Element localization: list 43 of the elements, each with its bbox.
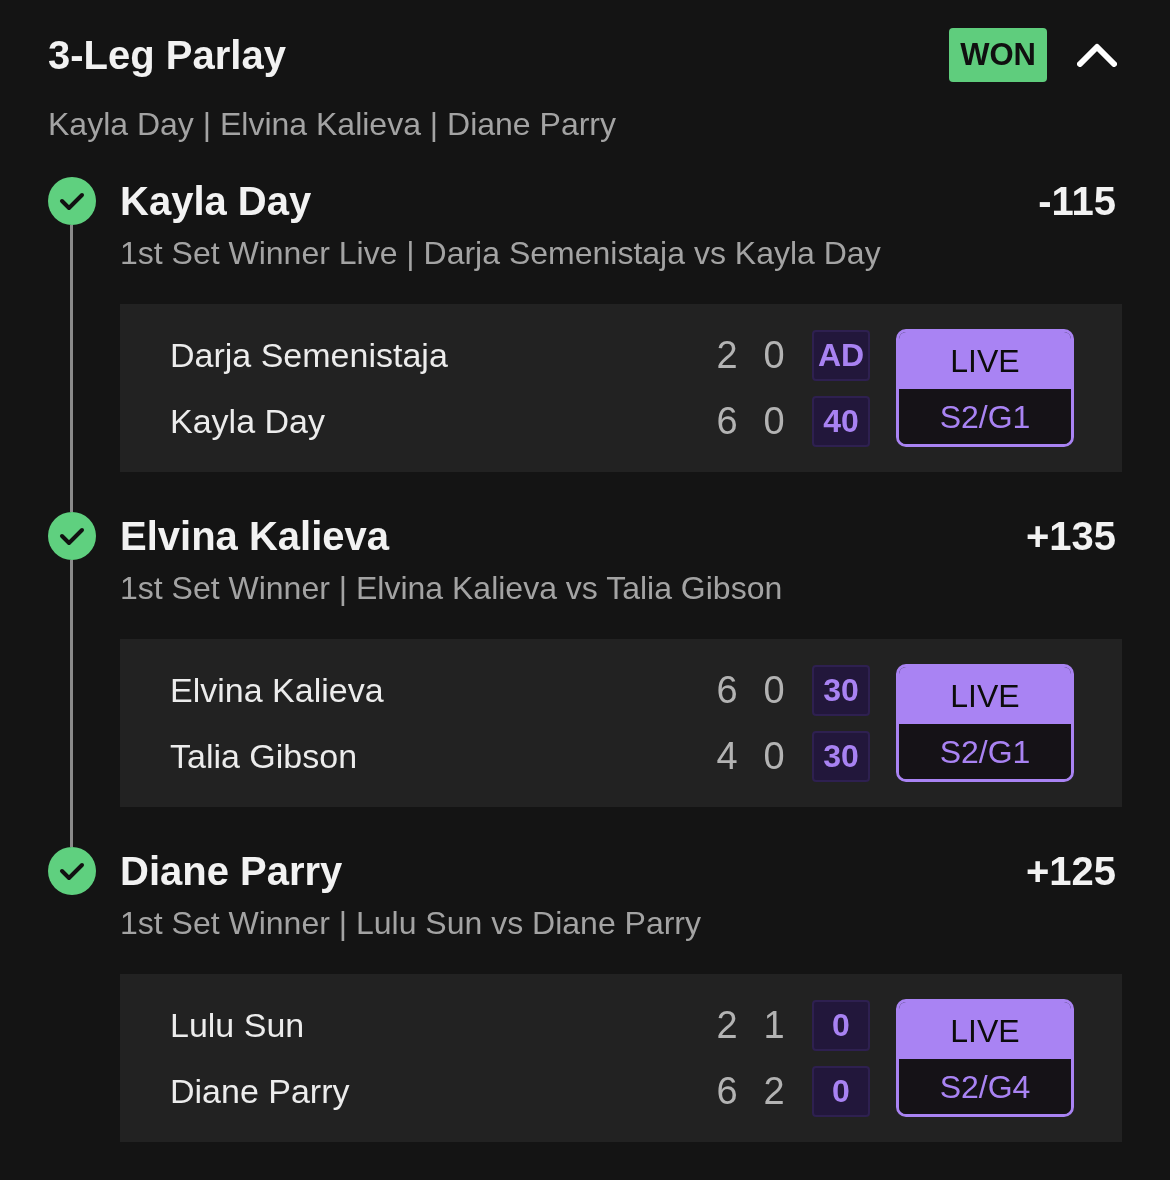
parlay-legs-summary: Kayla Day | Elvina Kalieva | Diane Parry bbox=[48, 105, 617, 144]
set-score: 4 bbox=[715, 734, 739, 778]
selection-name: Elvina Kalieva bbox=[120, 513, 390, 560]
set-score: 2 bbox=[762, 1069, 786, 1113]
market-text: 1st Set Winner | Lulu Sun vs Diane Parry bbox=[120, 904, 702, 943]
player-name: Diane Parry bbox=[170, 1071, 351, 1111]
set-score: 1 bbox=[762, 1003, 786, 1047]
set-score: 0 bbox=[762, 668, 786, 712]
game-score: 0 bbox=[812, 1065, 870, 1117]
odds-text: +135 bbox=[1025, 513, 1116, 560]
set-score: 2 bbox=[715, 1003, 739, 1047]
game-score: 30 bbox=[812, 730, 870, 782]
live-label: LIVE bbox=[899, 1002, 1071, 1059]
set-score: 0 bbox=[762, 734, 786, 778]
set-score: 0 bbox=[762, 333, 786, 377]
market-text: 1st Set Winner | Elvina Kalieva vs Talia Gibson bbox=[120, 569, 784, 608]
game-score: AD bbox=[812, 329, 870, 381]
set-score: 2 bbox=[715, 333, 739, 377]
player-name: Elvina Kalieva bbox=[170, 670, 385, 710]
selection-name: Kayla Day bbox=[120, 178, 312, 225]
set-game-label: S2/G4 bbox=[899, 1059, 1071, 1114]
player-name: Kayla Day bbox=[170, 401, 326, 441]
chevron-up-icon[interactable] bbox=[1077, 43, 1117, 67]
set-game-label: S2/G1 bbox=[899, 389, 1071, 444]
set-score: 0 bbox=[762, 399, 786, 443]
set-game-label: S2/G1 bbox=[899, 724, 1071, 779]
player-name: Darja Semenistaja bbox=[170, 335, 449, 375]
odds-text: -115 bbox=[1038, 178, 1116, 225]
game-score: 40 bbox=[812, 395, 870, 447]
selection-name: Diane Parry bbox=[120, 848, 343, 895]
set-score: 6 bbox=[715, 399, 739, 443]
odds-text: +125 bbox=[1025, 848, 1116, 895]
status-badge: WON bbox=[949, 28, 1047, 82]
set-score: 6 bbox=[715, 668, 739, 712]
game-score: 30 bbox=[812, 664, 870, 716]
live-label: LIVE bbox=[899, 667, 1071, 724]
set-score: 6 bbox=[715, 1069, 739, 1113]
player-name: Lulu Sun bbox=[170, 1005, 306, 1045]
game-score: 0 bbox=[812, 999, 870, 1051]
player-name: Talia Gibson bbox=[170, 736, 359, 776]
parlay-title: 3-Leg Parlay bbox=[48, 32, 286, 79]
market-text: 1st Set Winner Live | Darja Semenistaja vs Kayla Day bbox=[120, 234, 882, 273]
live-label: LIVE bbox=[899, 332, 1071, 389]
